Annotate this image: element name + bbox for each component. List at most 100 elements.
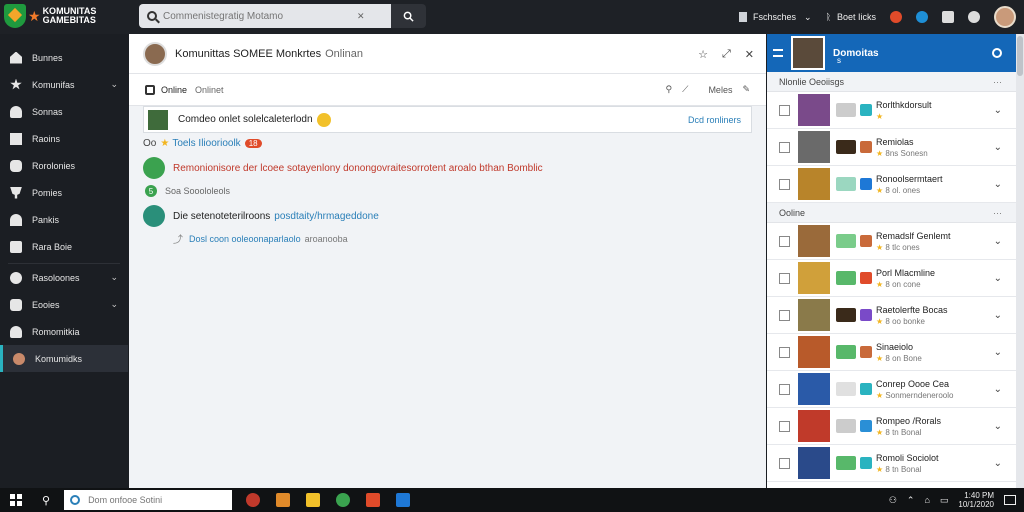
sidebar-item-communities[interactable]: Komunifas ⌄ bbox=[0, 71, 128, 98]
clock[interactable]: 1:40 PM 10/1/2020 bbox=[958, 491, 994, 509]
row-checkbox[interactable] bbox=[779, 141, 790, 153]
app-logo[interactable]: ★ KOMUNITAS GAMEBITAS bbox=[4, 4, 96, 28]
chevron-down-icon[interactable]: ⌄ bbox=[994, 310, 1002, 321]
more-icon[interactable]: ··· bbox=[993, 208, 1002, 218]
chevron-up-icon[interactable]: ⌃ bbox=[907, 495, 915, 506]
message-link[interactable]: posdtaity/hrmageddone bbox=[274, 211, 379, 222]
close-icon[interactable]: ✕ bbox=[357, 11, 365, 22]
feed-meta-name[interactable]: Toels Ilioorioolk bbox=[172, 138, 240, 149]
volume-icon[interactable]: ▭ bbox=[940, 495, 949, 506]
menu-icon[interactable] bbox=[773, 49, 783, 57]
notification-center-icon[interactable] bbox=[1004, 495, 1016, 505]
member-row[interactable]: Rompeo /Rorals ★ 8 tn Bonal ⌄ bbox=[767, 408, 1016, 445]
tab-onlinet[interactable]: Onlinet bbox=[195, 85, 224, 95]
avatar[interactable] bbox=[791, 36, 825, 70]
avatar[interactable] bbox=[994, 6, 1016, 28]
avatar[interactable] bbox=[143, 157, 165, 179]
settings-icon[interactable] bbox=[992, 48, 1002, 58]
banner-link[interactable]: Dcd ronliners bbox=[688, 115, 741, 125]
chevron-down-icon[interactable]: ⌄ bbox=[994, 105, 1002, 116]
row-checkbox[interactable] bbox=[779, 272, 790, 284]
expand-icon[interactable]: ⤢ bbox=[722, 48, 731, 61]
sidebar-item-raoins[interactable]: Raoins bbox=[0, 125, 128, 152]
sidebar-item-eooies[interactable]: Eooies ⌄ bbox=[0, 291, 128, 318]
network-icon[interactable]: ⌂ bbox=[924, 495, 929, 505]
chevron-down-icon[interactable]: ⌄ bbox=[994, 384, 1002, 395]
user-menu[interactable]: Fschsches ⌄ bbox=[739, 12, 812, 23]
chrome-icon[interactable] bbox=[336, 493, 351, 507]
star-icon: ★ bbox=[876, 427, 886, 437]
sidebar-item-rara-boie[interactable]: Rara Boie bbox=[0, 233, 128, 260]
sidebar-item-pankis[interactable]: Pankis bbox=[0, 206, 128, 233]
pin-icon[interactable]: ⚲ bbox=[666, 84, 673, 95]
close-icon[interactable]: ✕ bbox=[745, 48, 754, 61]
row-checkbox[interactable] bbox=[779, 420, 790, 432]
row-checkbox[interactable] bbox=[779, 178, 790, 190]
messages-icon[interactable] bbox=[916, 11, 928, 23]
search-input[interactable] bbox=[163, 10, 353, 22]
game-icon bbox=[860, 178, 872, 190]
tab-online[interactable]: Online bbox=[161, 85, 187, 95]
row-checkbox[interactable] bbox=[779, 457, 790, 469]
taskbar-search-input[interactable] bbox=[88, 495, 229, 505]
sidebar-item-romomitkia[interactable]: Romomitkia bbox=[0, 318, 128, 345]
people-icon[interactable]: ⚇ bbox=[889, 495, 897, 506]
settings-icon[interactable] bbox=[968, 11, 980, 23]
row-checkbox[interactable] bbox=[779, 104, 790, 116]
member-row[interactable]: Sinaeiolo ★ 8 on Bone ⌄ bbox=[767, 334, 1016, 371]
chevron-down-icon[interactable]: ⌄ bbox=[994, 236, 1002, 247]
avatar[interactable] bbox=[143, 41, 167, 66]
member-row[interactable]: Romoli Sociolot ★ 8 tn Bonal ⌄ bbox=[767, 445, 1016, 482]
scrollbar-thumb[interactable] bbox=[1017, 36, 1023, 76]
member-info: Porl Mlacmline ★ 8 on cone bbox=[876, 268, 935, 289]
member-row[interactable]: Remadslf Genlemt ★ 8 tlc ones ⌄ bbox=[767, 223, 1016, 260]
avatar[interactable] bbox=[143, 205, 165, 227]
member-row[interactable]: Remiolas ★ 8ns Sonesn ⌄ bbox=[767, 129, 1016, 166]
member-row[interactable]: Ronoolsermtaert ★ 8 ol. ones ⌄ bbox=[767, 166, 1016, 203]
edit-icon[interactable]: ✎ bbox=[742, 84, 750, 95]
member-row[interactable]: Raetolerfte Bocas ★ 8 oo bonke ⌄ bbox=[767, 297, 1016, 334]
tag-icon[interactable]: ⟋ bbox=[682, 84, 688, 95]
sidebar-item-sonnas[interactable]: Sonnas bbox=[0, 98, 128, 125]
taskbar-search[interactable] bbox=[64, 490, 233, 510]
search-icon[interactable]: ⚲ bbox=[42, 494, 50, 507]
folder-icon[interactable] bbox=[306, 493, 321, 507]
chevron-down-icon[interactable]: ⌄ bbox=[994, 347, 1002, 358]
member-info: Romoli Sociolot ★ 8 tn Bonal bbox=[876, 453, 939, 474]
reply-link[interactable]: Dosl coon ooleoonaparlaolo bbox=[189, 234, 301, 244]
row-checkbox[interactable] bbox=[779, 346, 790, 358]
store-icon[interactable] bbox=[366, 493, 381, 507]
search-field[interactable]: ✕ bbox=[139, 4, 391, 28]
sidebar-item-rorolonies[interactable]: Rorolonies bbox=[0, 152, 128, 179]
star-icon[interactable]: ☆ bbox=[698, 48, 708, 61]
windows-start-icon[interactable] bbox=[10, 494, 22, 506]
main-panel: Komunittas SOMEE Monkrtes Onlinan ☆ ⤢ ✕ … bbox=[129, 34, 766, 488]
sidebar-item-home[interactable]: Bunnes bbox=[0, 44, 128, 71]
sidebar-item-rasoloones[interactable]: Rasoloones ⌄ bbox=[0, 264, 128, 291]
member-row[interactable]: Conrep Oooe Cea ★ Sonmerndeneroolo ⌄ bbox=[767, 371, 1016, 408]
row-checkbox[interactable] bbox=[779, 383, 790, 395]
friends-icon[interactable] bbox=[942, 11, 954, 23]
sidebar-item-komumidks[interactable]: Komumidks bbox=[0, 345, 128, 372]
home-icon bbox=[145, 84, 155, 95]
more-icon[interactable]: ··· bbox=[993, 77, 1002, 87]
member-row[interactable]: Porl Mlacmline ★ 8 on cone ⌄ bbox=[767, 260, 1016, 297]
chevron-down-icon[interactable]: ⌄ bbox=[994, 179, 1002, 190]
sidebar-item-pomies[interactable]: Pomies bbox=[0, 179, 128, 206]
meles-label[interactable]: Meles bbox=[708, 85, 732, 95]
chevron-down-icon[interactable]: ⌄ bbox=[994, 273, 1002, 284]
game-app-icon[interactable] bbox=[276, 493, 291, 507]
media-app-icon[interactable] bbox=[246, 493, 261, 507]
row-checkbox[interactable] bbox=[779, 309, 790, 321]
scrollbar[interactable] bbox=[1016, 34, 1024, 488]
member-row[interactable]: Rorlthkdorsult ★ ⌄ bbox=[767, 92, 1016, 129]
game-thumbnail bbox=[798, 225, 830, 257]
games-menu[interactable]: ᚱ Boet Iicks bbox=[826, 12, 876, 22]
chevron-down-icon[interactable]: ⌄ bbox=[994, 142, 1002, 153]
chevron-down-icon[interactable]: ⌄ bbox=[994, 458, 1002, 469]
notifications-icon[interactable] bbox=[890, 11, 902, 23]
chevron-down-icon[interactable]: ⌄ bbox=[994, 421, 1002, 432]
row-checkbox[interactable] bbox=[779, 235, 790, 247]
search-button[interactable] bbox=[391, 4, 426, 28]
shield-app-icon[interactable] bbox=[396, 493, 411, 507]
